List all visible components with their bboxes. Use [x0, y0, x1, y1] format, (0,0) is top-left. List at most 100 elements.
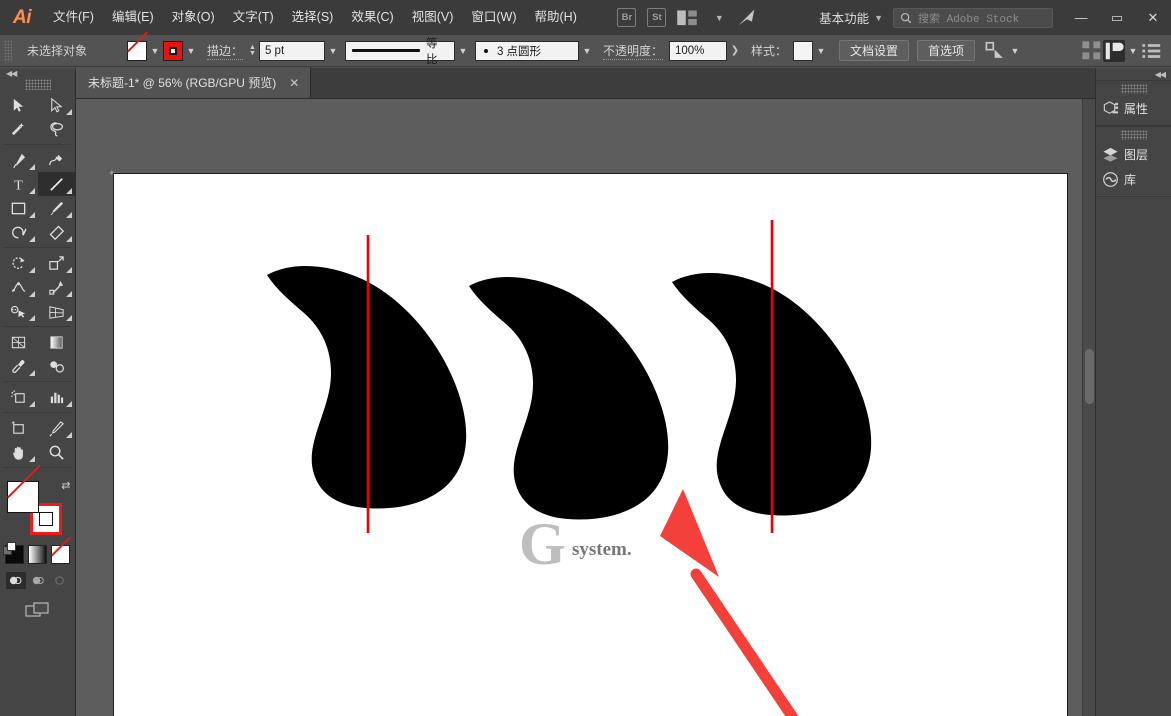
rotate-tool[interactable]: [0, 251, 38, 275]
type-tool[interactable]: T: [0, 172, 38, 196]
selection-tool[interactable]: [0, 93, 38, 117]
fill-color-swatch[interactable]: [127, 40, 147, 61]
menu-object[interactable]: 对象(O): [163, 0, 224, 35]
align-panel-icon[interactable]: [1081, 40, 1103, 62]
slice-tool[interactable]: [38, 416, 76, 440]
opacity-input[interactable]: 100%: [668, 40, 727, 61]
tools-panel-collapse-button[interactable]: ◀◀: [0, 68, 75, 78]
scale-tool[interactable]: [38, 251, 76, 275]
panel-layers[interactable]: 图层: [1096, 142, 1171, 167]
panel-properties[interactable]: 属性: [1096, 96, 1171, 121]
stroke-weight-label[interactable]: 描边：: [207, 42, 244, 60]
workspace-switcher[interactable]: 基本功能: [819, 8, 869, 27]
free-transform-tool[interactable]: [38, 275, 76, 299]
pen-tool[interactable]: [0, 148, 38, 172]
menu-view[interactable]: 视图(V): [403, 0, 463, 35]
curvature-tool[interactable]: [38, 148, 76, 172]
menu-help[interactable]: 帮助(H): [526, 0, 586, 35]
stroke-profile-select[interactable]: 等比: [344, 38, 455, 66]
document-tab[interactable]: 未标题-1* @ 56% (RGB/GPU 预览) ✕: [76, 67, 312, 98]
stock-icon[interactable]: St: [646, 8, 668, 28]
column-graph-tool[interactable]: [38, 385, 76, 409]
brush-definition-value: 3 点圆形: [496, 45, 542, 58]
draw-inside-button[interactable]: [50, 572, 70, 589]
hand-tool[interactable]: [0, 440, 38, 464]
rectangle-tool[interactable]: [0, 196, 38, 220]
opacity-options-arrow-icon[interactable]: ❯: [727, 41, 743, 61]
panel-libraries[interactable]: 库: [1096, 167, 1171, 192]
menu-file[interactable]: 文件(F): [44, 0, 103, 35]
graphic-style-swatch[interactable]: [792, 40, 813, 61]
menu-type[interactable]: 文字(T): [224, 0, 283, 35]
canvas-area[interactable]: ✦ G system.: [76, 99, 1095, 716]
canvas-scrollbar-thumb[interactable]: [1085, 349, 1094, 404]
artboard-tool[interactable]: [0, 416, 38, 440]
canvas-vertical-scrollbar[interactable]: [1082, 99, 1095, 716]
bridge-icon[interactable]: Br: [616, 8, 638, 28]
black-leaf-shape-1[interactable]: [267, 265, 467, 509]
shape-builder-tool[interactable]: [0, 299, 38, 323]
paintbrush-tool[interactable]: [38, 196, 76, 220]
opacity-label[interactable]: 不透明度：: [602, 42, 663, 60]
sync-settings-icon[interactable]: [736, 8, 758, 28]
menu-window[interactable]: 窗口(W): [462, 0, 525, 35]
minimize-button[interactable]: —: [1063, 0, 1099, 35]
arrange-documents-icon[interactable]: [676, 8, 698, 28]
stroke-color-swatch[interactable]: [163, 40, 183, 61]
fill-chevron-down-icon[interactable]: ▼: [147, 41, 163, 61]
width-tool[interactable]: [0, 275, 38, 299]
stroke-profile-chevron-down-icon[interactable]: ▼: [455, 41, 471, 61]
tools-panel-grip[interactable]: [24, 79, 51, 90]
menu-select[interactable]: 选择(S): [283, 0, 343, 35]
stock-search-input[interactable]: 搜索 Adobe Stock: [893, 7, 1053, 28]
panel-dock-collapse-button[interactable]: ◀◀: [1096, 68, 1171, 80]
change-screen-mode-icon[interactable]: [0, 601, 75, 619]
menu-edit[interactable]: 编辑(E): [103, 0, 163, 35]
direct-selection-tool[interactable]: [38, 93, 76, 117]
mesh-tool[interactable]: [0, 330, 38, 354]
menu-effect[interactable]: 效果(C): [342, 0, 402, 35]
maximize-button[interactable]: ▭: [1099, 0, 1135, 35]
stroke-weight-stepper[interactable]: ▲ ▼: [249, 44, 256, 57]
document-tab-close-icon[interactable]: ✕: [286, 76, 302, 90]
arrange-chevron-down-icon-2[interactable]: ▼: [1125, 41, 1141, 61]
document-setup-button[interactable]: 文档设置: [838, 40, 909, 61]
control-bar-grip[interactable]: [4, 39, 12, 62]
arrange-chevron-down-icon[interactable]: ▼: [706, 8, 728, 28]
lasso-tool[interactable]: [38, 117, 76, 141]
line-segment-tool[interactable]: [37, 172, 75, 196]
stroke-weight-chevron-down-icon[interactable]: ▼: [325, 41, 341, 61]
select-similar-objects-icon[interactable]: [985, 40, 1007, 62]
gradient-mode-button[interactable]: [28, 545, 47, 564]
stroke-chevron-down-icon[interactable]: ▼: [183, 41, 199, 61]
gradient-tool[interactable]: [38, 330, 76, 354]
artboard[interactable]: G system.: [113, 173, 1068, 716]
brush-definition-select[interactable]: 3 点圆形: [474, 40, 579, 61]
panel-group-grip-1[interactable]: [1120, 84, 1147, 94]
eyedropper-tool[interactable]: [0, 354, 38, 378]
workspace-chevron-down-icon[interactable]: ▼: [874, 13, 883, 23]
none-mode-button[interactable]: [51, 545, 70, 564]
select-similar-chevron-down-icon[interactable]: ▼: [1007, 41, 1023, 61]
arrange-panel-icon[interactable]: [1103, 39, 1125, 62]
swap-fill-stroke-icon[interactable]: ⇄: [61, 479, 70, 492]
black-leaf-shape-2[interactable]: [469, 276, 669, 520]
perspective-grid-tool[interactable]: [38, 299, 76, 323]
panel-menu-icon[interactable]: [1141, 40, 1163, 62]
style-chevron-down-icon[interactable]: ▼: [813, 41, 829, 61]
brush-definition-chevron-down-icon[interactable]: ▼: [579, 41, 595, 61]
symbol-sprayer-tool[interactable]: [0, 385, 38, 409]
blend-tool[interactable]: [38, 354, 76, 378]
shaper-tool[interactable]: [0, 220, 38, 244]
eraser-tool[interactable]: [38, 220, 76, 244]
magic-wand-tool[interactable]: [0, 117, 38, 141]
tool-grid: T: [0, 93, 75, 471]
draw-behind-button[interactable]: [28, 572, 48, 589]
panel-group-grip-2[interactable]: [1120, 130, 1147, 140]
close-button[interactable]: ✕: [1135, 0, 1171, 35]
draw-normal-button[interactable]: [5, 572, 26, 589]
fill-color-box[interactable]: [6, 481, 39, 513]
zoom-tool[interactable]: [38, 440, 76, 464]
preferences-button[interactable]: 首选项: [917, 40, 976, 61]
stroke-weight-input[interactable]: 5 pt: [258, 40, 325, 61]
